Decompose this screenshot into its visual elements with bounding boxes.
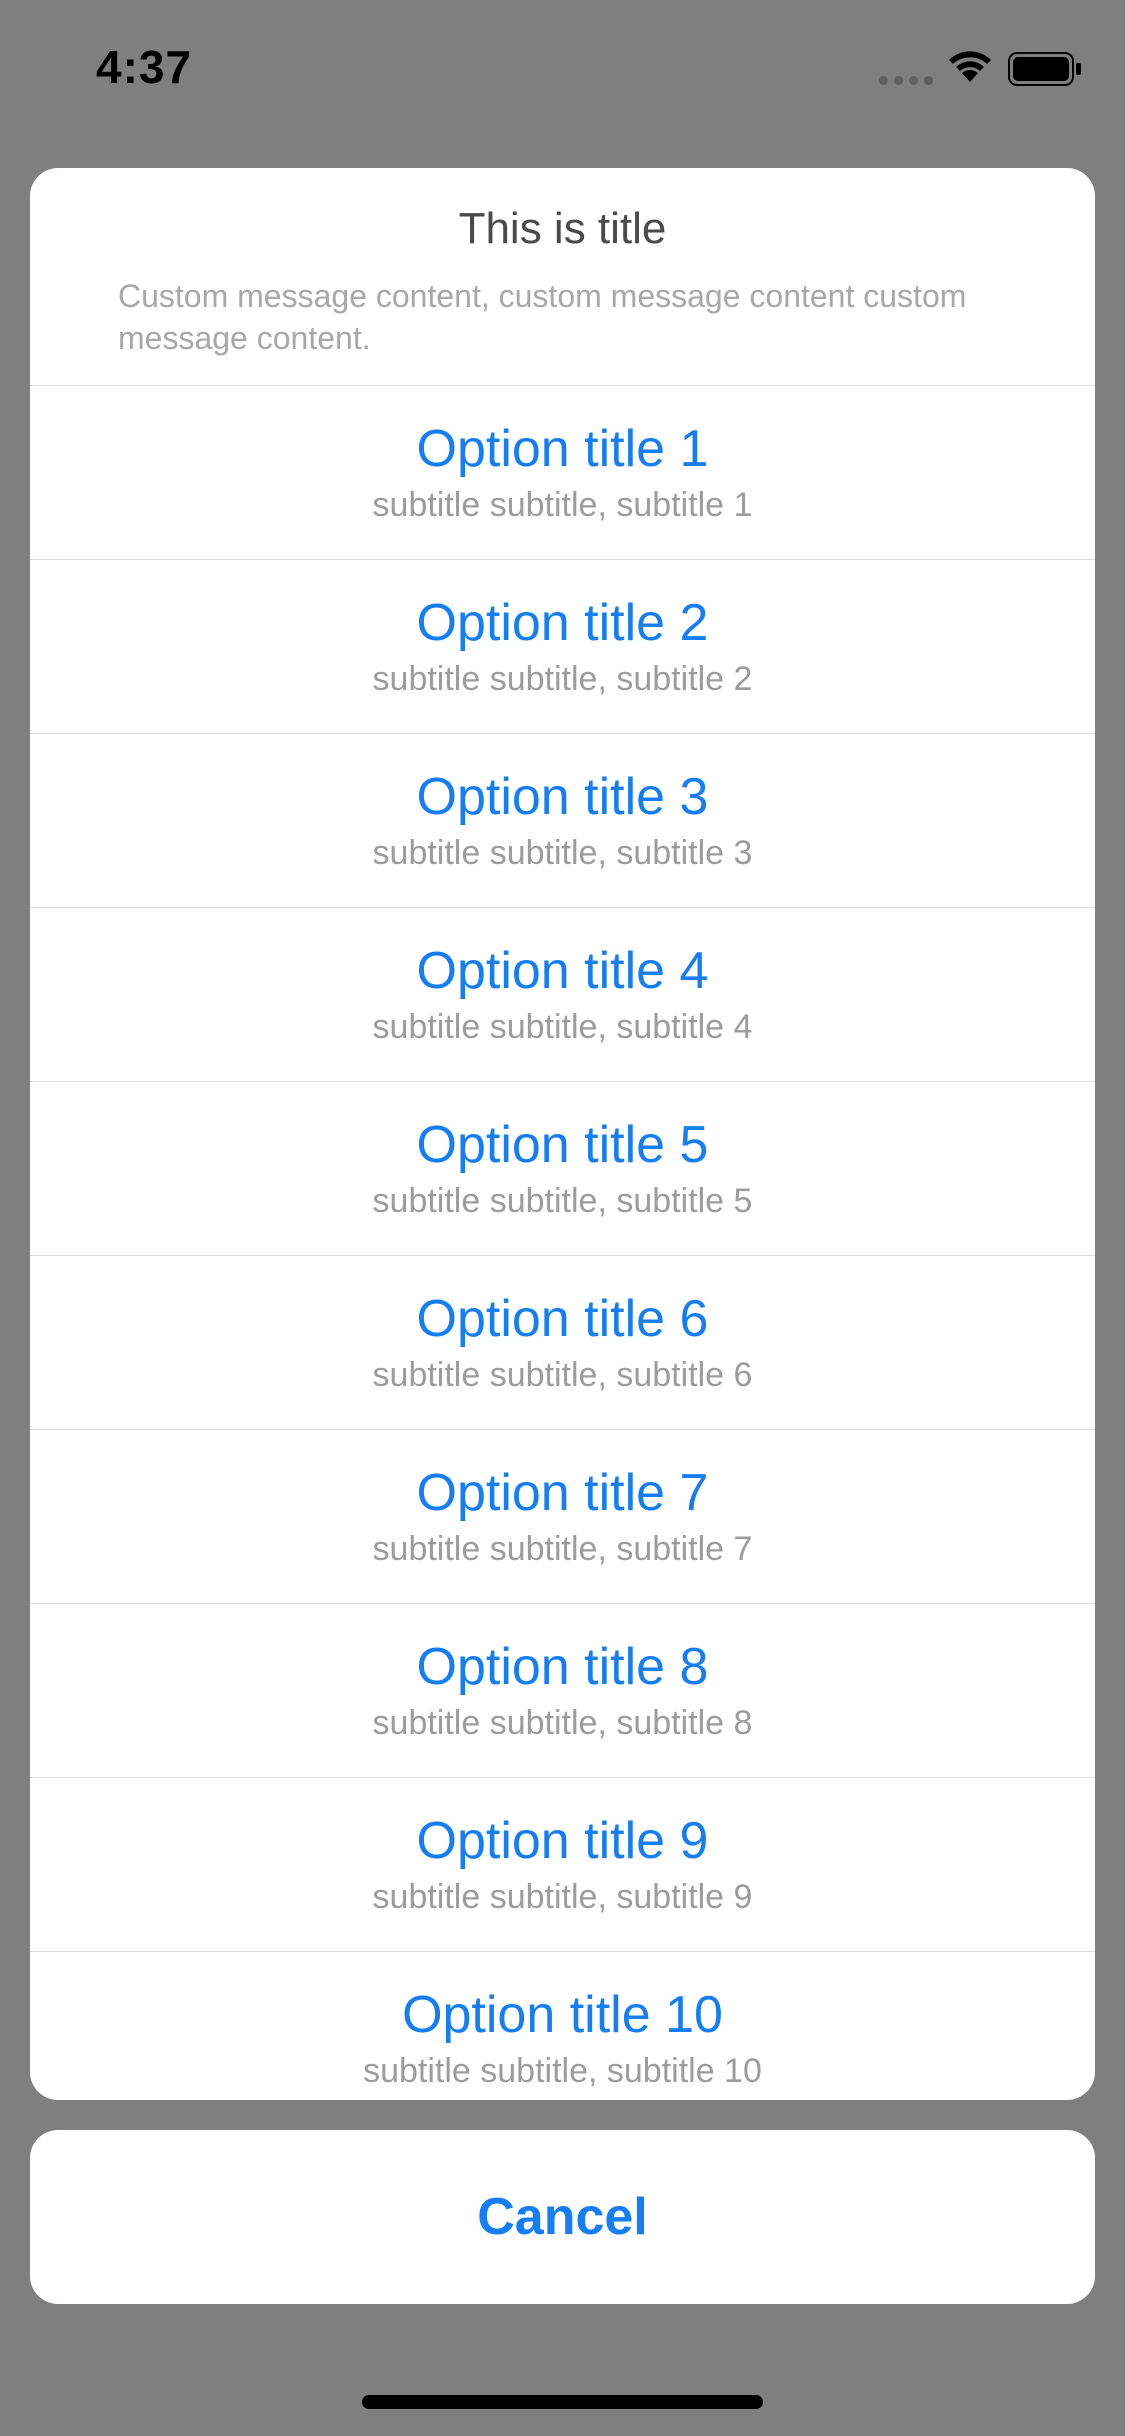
action-sheet-header: This is title Custom message content, cu… bbox=[30, 168, 1095, 386]
home-indicator[interactable] bbox=[362, 2395, 763, 2409]
option-subtitle: subtitle subtitle, subtitle 5 bbox=[372, 1181, 753, 1220]
option-1[interactable]: Option title 1 subtitle subtitle, subtit… bbox=[30, 386, 1095, 560]
option-subtitle: subtitle subtitle, subtitle 6 bbox=[372, 1355, 753, 1394]
option-subtitle: subtitle subtitle, subtitle 4 bbox=[372, 1007, 753, 1046]
option-10[interactable]: Option title 10 subtitle subtitle, subti… bbox=[30, 1952, 1095, 2100]
option-title: Option title 8 bbox=[416, 1637, 709, 1696]
option-subtitle: subtitle subtitle, subtitle 3 bbox=[372, 833, 753, 872]
cancel-button[interactable]: Cancel bbox=[30, 2130, 1095, 2304]
dialog-title: This is title bbox=[458, 204, 667, 253]
option-title: Option title 6 bbox=[416, 1289, 709, 1348]
dialog-message: Custom message content, custom message c… bbox=[118, 278, 967, 356]
cancel-button-label: Cancel bbox=[477, 2188, 648, 2246]
option-subtitle: subtitle subtitle, subtitle 1 bbox=[372, 485, 753, 524]
option-title: Option title 1 bbox=[416, 419, 709, 478]
option-title: Option title 4 bbox=[416, 941, 709, 1000]
battery-icon bbox=[1008, 52, 1081, 86]
status-bar: 4:37 bbox=[0, 0, 1125, 140]
option-title: Option title 10 bbox=[402, 1986, 723, 2044]
option-7[interactable]: Option title 7 subtitle subtitle, subtit… bbox=[30, 1430, 1095, 1604]
option-title: Option title 5 bbox=[416, 1115, 709, 1174]
option-2[interactable]: Option title 2 subtitle subtitle, subtit… bbox=[30, 560, 1095, 734]
option-subtitle: subtitle subtitle, subtitle 7 bbox=[372, 1529, 753, 1568]
option-8[interactable]: Option title 8 subtitle subtitle, subtit… bbox=[30, 1604, 1095, 1778]
option-subtitle: subtitle subtitle, subtitle 9 bbox=[372, 1877, 753, 1916]
option-title: Option title 9 bbox=[416, 1811, 709, 1870]
option-3[interactable]: Option title 3 subtitle subtitle, subtit… bbox=[30, 734, 1095, 908]
signal-dots-icon bbox=[879, 76, 933, 86]
options-list[interactable]: Option title 1 subtitle subtitle, subtit… bbox=[30, 386, 1095, 2100]
option-6[interactable]: Option title 6 subtitle subtitle, subtit… bbox=[30, 1256, 1095, 1430]
option-title: Option title 7 bbox=[416, 1463, 709, 1522]
option-subtitle: subtitle subtitle, subtitle 8 bbox=[372, 1703, 753, 1742]
option-title: Option title 3 bbox=[416, 767, 709, 826]
option-5[interactable]: Option title 5 subtitle subtitle, subtit… bbox=[30, 1082, 1095, 1256]
option-title: Option title 2 bbox=[416, 593, 709, 652]
option-subtitle: subtitle subtitle, subtitle 10 bbox=[363, 2052, 762, 2090]
option-4[interactable]: Option title 4 subtitle subtitle, subtit… bbox=[30, 908, 1095, 1082]
option-subtitle: subtitle subtitle, subtitle 2 bbox=[372, 659, 753, 698]
status-time: 4:37 bbox=[96, 41, 193, 93]
wifi-icon bbox=[949, 51, 991, 82]
option-9[interactable]: Option title 9 subtitle subtitle, subtit… bbox=[30, 1778, 1095, 1952]
action-sheet: This is title Custom message content, cu… bbox=[30, 168, 1095, 2100]
